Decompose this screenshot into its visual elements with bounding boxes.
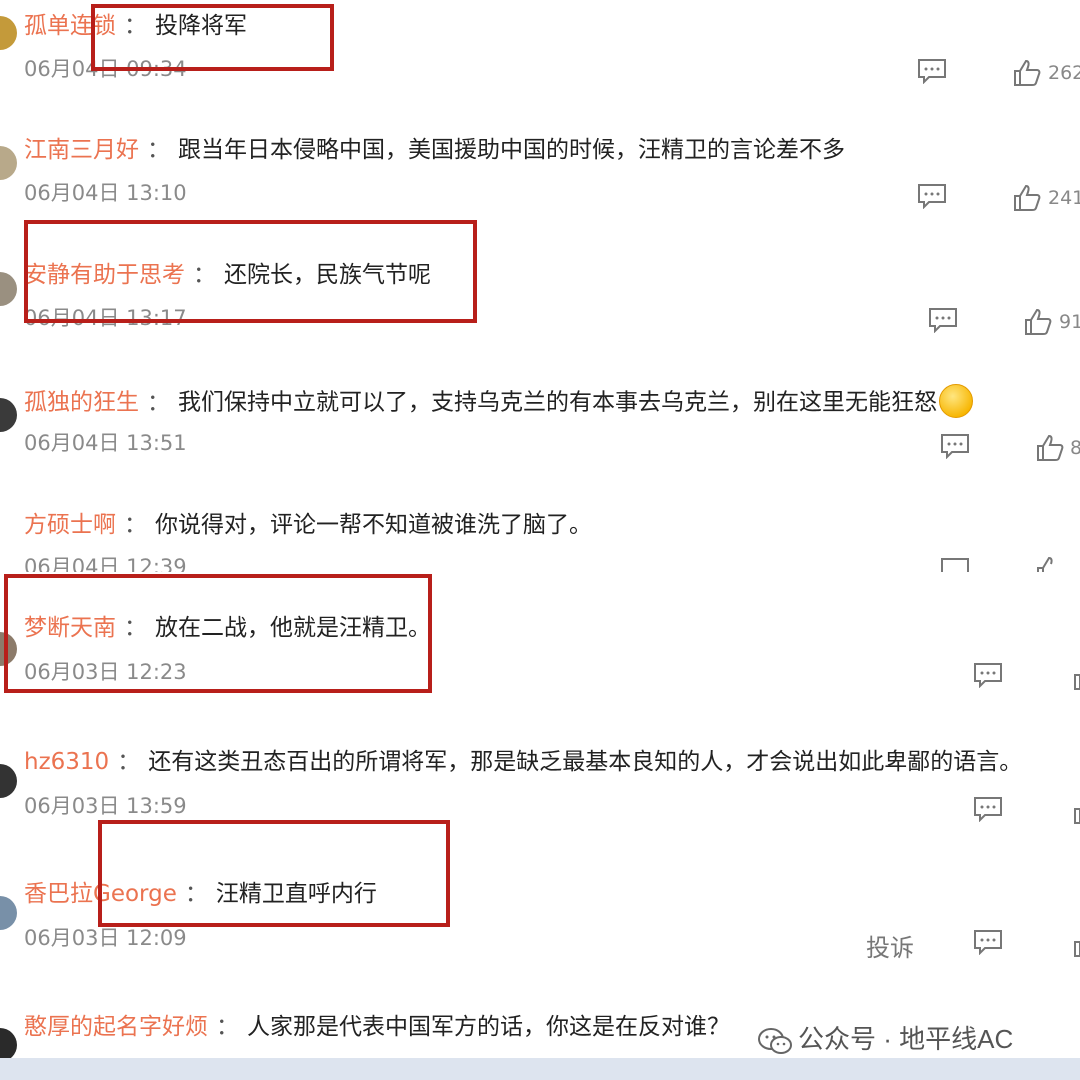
comment-item: 方硕士啊 ： 你说得对，评论一帮不知道被谁洗了脑了。 06月04日 12:39 (0, 500, 1080, 572)
username-link[interactable]: 憨厚的起名字好烦 (24, 1014, 208, 1040)
comment-line: 江南三月好 ： 跟当年日本侵略中国，美国援助中国的时候，汪精卫的言论差不多 (24, 135, 845, 165)
like-count: 241 (1048, 187, 1080, 209)
username-link[interactable]: hz6310 (24, 749, 109, 775)
separator: ： (117, 749, 141, 775)
comment-text: 还有这类丑态百出的所谓将军，那是缺乏最基本良知的人，才会说出如此卑鄙的语言。 (148, 749, 1023, 775)
like-count: 91 (1059, 311, 1080, 333)
avatar[interactable] (0, 764, 17, 798)
reply-icon[interactable] (917, 183, 947, 209)
like-count: 262 (1048, 62, 1080, 84)
comment-text: 你说得对，评论一帮不知道被谁洗了脑了。 (155, 512, 592, 538)
smile-emoji-icon (939, 384, 973, 418)
like-icon[interactable] (1012, 183, 1042, 213)
reply-icon[interactable] (928, 307, 958, 333)
comment-line: hz6310 ： 还有这类丑态百出的所谓将军，那是缺乏最基本良知的人，才会说出如此卑… (24, 747, 1022, 777)
like-icon[interactable] (1072, 662, 1080, 692)
watermark: 公众号 · 地平线AC (758, 1019, 1013, 1056)
comment-line: 憨厚的起名字好烦 ： 人家那是代表中国军方的话，你这是在反对谁？ (24, 1012, 730, 1042)
highlight-box (4, 574, 432, 693)
comment-time: 06月04日 13:51 (24, 431, 187, 455)
comment-time: 06月03日 12:09 (24, 926, 187, 950)
like-icon[interactable] (1035, 555, 1065, 572)
separator: ： (124, 512, 147, 538)
reply-icon[interactable] (973, 662, 1003, 688)
comment-time: 06月04日 13:10 (24, 181, 187, 205)
comment-time: 06月04日 12:39 (24, 555, 187, 572)
comment-line: 孤独的狂生 ： 我们保持中立就可以了，支持乌克兰的有本事去乌克兰，别在这里无能狂怒 (24, 384, 973, 420)
separator: ： (147, 389, 170, 416)
reply-icon[interactable] (973, 929, 1003, 955)
reply-icon[interactable] (917, 58, 947, 84)
like-icon[interactable] (1072, 796, 1080, 826)
avatar[interactable] (0, 272, 17, 306)
like-icon[interactable] (1035, 433, 1065, 463)
avatar[interactable] (0, 146, 17, 180)
separator: ： (216, 1014, 239, 1040)
like-icon[interactable] (1023, 307, 1053, 337)
avatar[interactable] (0, 1028, 17, 1062)
reply-icon[interactable] (940, 557, 970, 572)
highlight-box (98, 820, 450, 927)
watermark-text: 公众号 · 地平线AC (798, 1024, 1014, 1054)
like-count: 8 (1070, 437, 1080, 459)
like-icon[interactable] (1012, 58, 1042, 88)
comment-line: 方硕士啊 ： 你说得对，评论一帮不知道被谁洗了脑了。 (24, 510, 592, 540)
highlight-box (24, 220, 477, 323)
username-link[interactable]: 方硕士啊 (24, 512, 116, 538)
comment-time: 06月03日 13:59 (24, 794, 187, 818)
wechat-icon (758, 1028, 792, 1055)
username-link[interactable]: 江南三月好 (24, 137, 139, 163)
avatar[interactable] (0, 896, 17, 930)
avatar[interactable] (0, 398, 17, 432)
reply-icon[interactable] (973, 796, 1003, 822)
separator: ： (147, 137, 170, 163)
report-link[interactable]: 投诉 (866, 928, 914, 963)
comment-text: 人家那是代表中国军方的话，你这是在反对谁？ (247, 1014, 730, 1040)
avatar[interactable] (0, 16, 17, 50)
comment-text: 我们保持中立就可以了，支持乌克兰的有本事去乌克兰，别在这里无能狂怒 (178, 389, 937, 416)
reply-icon[interactable] (940, 433, 970, 459)
username-link[interactable]: 孤独的狂生 (24, 390, 139, 416)
comment-text: 跟当年日本侵略中国，美国援助中国的时候，汪精卫的言论差不多 (178, 137, 845, 163)
like-icon[interactable] (1072, 929, 1080, 959)
highlight-box (91, 4, 334, 71)
bottom-bar (0, 1058, 1080, 1080)
